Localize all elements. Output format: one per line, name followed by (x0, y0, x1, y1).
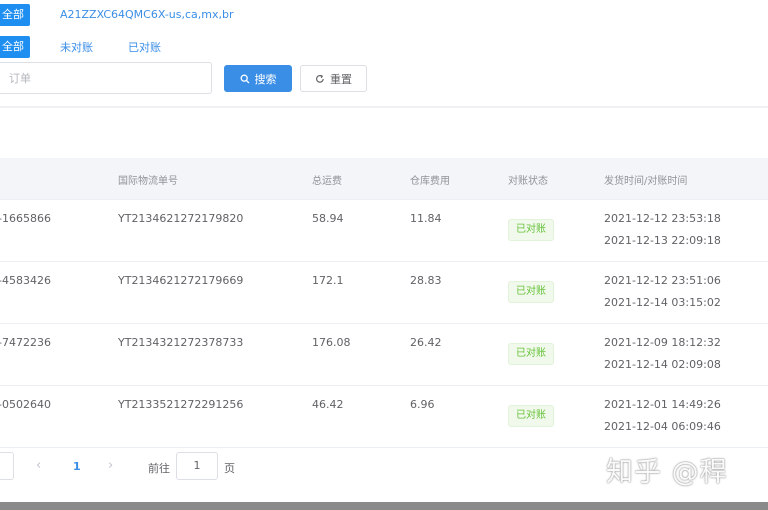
horizontal-scrollbar[interactable] (0, 502, 768, 510)
table-row: -4583426 YT2134621272179669 172.1 28.83 … (0, 262, 768, 324)
tracking-number-cell: YT2134321272378733 (118, 336, 244, 349)
order-search-input[interactable] (0, 63, 211, 93)
freight-cell: 176.08 (312, 336, 351, 349)
tracking-number-cell: YT2134621272179820 (118, 212, 244, 225)
freight-cell: 46.42 (312, 398, 344, 411)
search-icon (240, 74, 249, 83)
page-size-select[interactable] (0, 452, 14, 480)
section-divider (0, 106, 768, 108)
status-badge: 已对账 (508, 405, 554, 427)
store-name-link[interactable]: A21ZZXC64QMC6X-us,ca,mx,br (60, 8, 234, 21)
column-header-tracking: 国际物流单号 (118, 176, 178, 187)
order-number-cell: -0502640 (0, 398, 51, 411)
column-header-time: 发货时间/对账时间 (604, 176, 688, 187)
search-button[interactable]: 搜索 (224, 65, 292, 92)
column-header-warehouse: 仓库费用 (410, 176, 450, 187)
order-number-cell: -1665866 (0, 212, 51, 225)
reconcile-time-cell: 2021-12-04 06:09:46 (604, 420, 721, 433)
ship-time-cell: 2021-12-01 14:49:26 (604, 398, 721, 411)
chevron-left-icon[interactable]: ‹ (36, 458, 41, 473)
ship-time-cell: 2021-12-09 18:12:32 (604, 336, 721, 349)
ship-time-cell: 2021-12-12 23:51:06 (604, 274, 721, 287)
reset-button[interactable]: 重置 (300, 65, 367, 92)
warehouse-fee-cell: 28.83 (410, 274, 442, 287)
status-badge: 已对账 (508, 343, 554, 365)
page-number-current[interactable]: 1 (73, 460, 81, 473)
filter-panel: 全部 A21ZZXC64QMC6X-us,ca,mx,br 全部 未对账 已对账… (0, 0, 768, 106)
search-button-label: 搜索 (254, 72, 277, 86)
filter-reconciled-button[interactable]: 已对账 (128, 39, 161, 55)
column-header-freight: 总运费 (312, 176, 342, 187)
table-row: -0502640 YT2133521272291256 46.42 6.96 已… (0, 386, 768, 448)
tracking-number-cell: YT2133521272291256 (118, 398, 244, 411)
order-number-cell: -7472236 (0, 336, 51, 349)
table-row: -7472236 YT2134321272378733 176.08 26.42… (0, 324, 768, 386)
warehouse-fee-cell: 11.84 (410, 212, 442, 225)
reconcile-time-cell: 2021-12-14 02:09:08 (604, 358, 721, 371)
ship-time-cell: 2021-12-12 23:53:18 (604, 212, 721, 225)
warehouse-fee-cell: 6.96 (410, 398, 435, 411)
filter-unreconciled-button[interactable]: 未对账 (60, 39, 93, 55)
order-number-cell: -4583426 (0, 274, 51, 287)
column-header-status: 对账状态 (508, 176, 548, 187)
status-badge: 已对账 (508, 281, 554, 303)
freight-cell: 58.94 (312, 212, 344, 225)
filter-all-button[interactable]: 全部 (0, 36, 30, 58)
page-unit-label: 页 (224, 462, 235, 475)
table-header: 国际物流单号 总运费 仓库费用 对账状态 发货时间/对账时间 (0, 158, 768, 200)
store-all-tag[interactable]: 全部 (0, 4, 30, 26)
goto-page-input[interactable]: 1 (176, 452, 218, 480)
order-input-wrapper (0, 62, 212, 94)
freight-cell: 172.1 (312, 274, 344, 287)
tracking-number-cell: YT2134621272179669 (118, 274, 244, 287)
goto-label: 前往 (148, 462, 170, 475)
reconcile-time-cell: 2021-12-13 22:09:18 (604, 234, 721, 247)
chevron-right-icon[interactable]: › (108, 458, 113, 473)
warehouse-fee-cell: 26.42 (410, 336, 442, 349)
pagination: ‹ 1 › 前往 1 页 (0, 452, 600, 486)
reset-button-label: 重置 (330, 72, 352, 86)
status-badge: 已对账 (508, 219, 554, 241)
watermark-text: 知乎 @稈 (606, 457, 728, 488)
reconcile-time-cell: 2021-12-14 03:15:02 (604, 296, 721, 309)
table-row: -1665866 YT2134621272179820 58.94 11.84 … (0, 200, 768, 262)
refresh-icon (316, 74, 324, 83)
